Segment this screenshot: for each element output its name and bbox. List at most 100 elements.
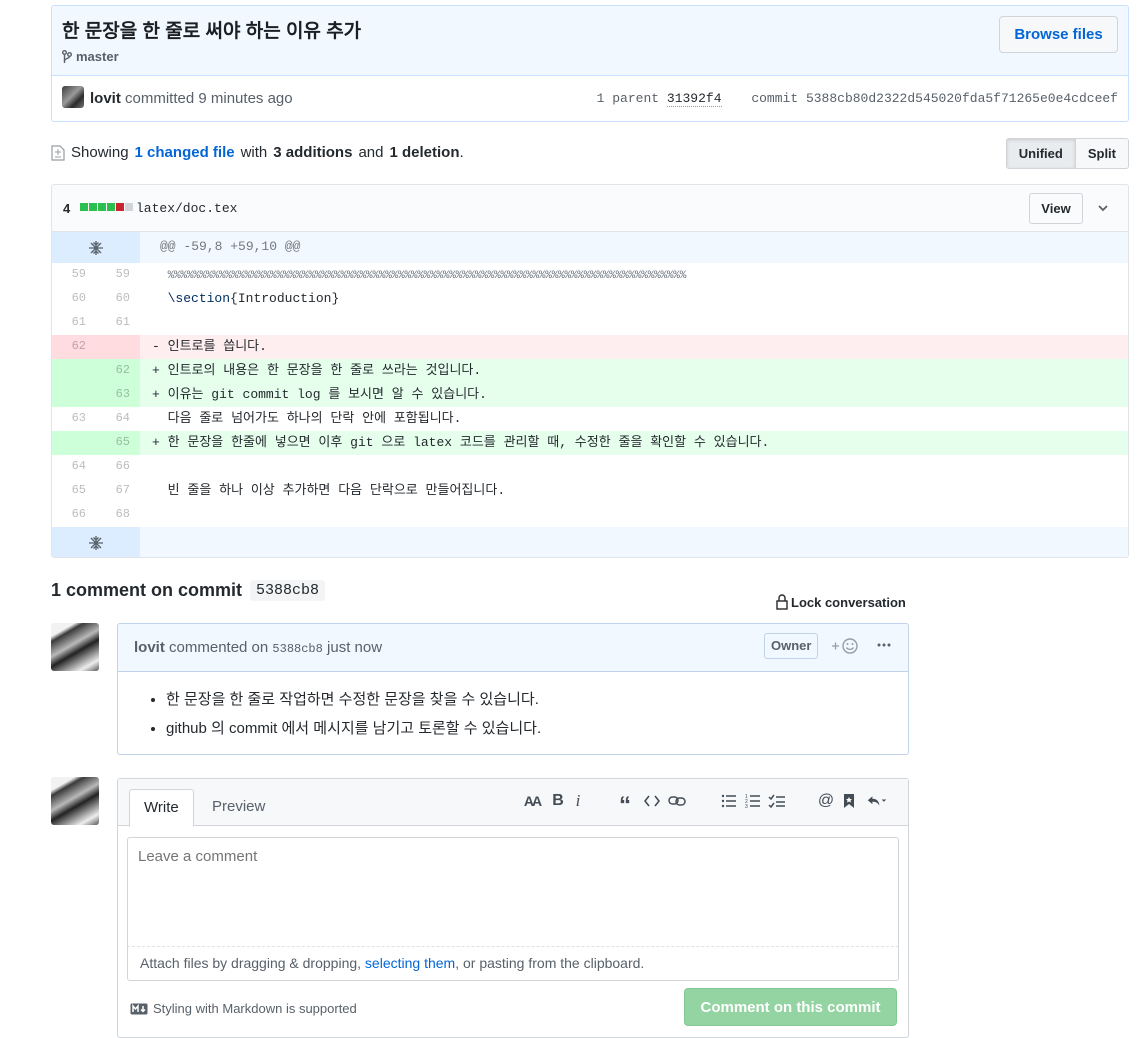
new-line-number[interactable]: 66 [96,455,140,479]
chevron-down-icon[interactable] [1096,201,1110,215]
old-line-number[interactable]: 62 [52,335,96,359]
old-line-number[interactable] [52,431,96,455]
numbered-list-icon[interactable]: 123 [743,791,763,811]
comment-bullet: 한 문장을 한 줄로 작업하면 수정한 문장을 찾을 수 있습니다. [166,688,892,709]
comment-author[interactable]: lovit [134,639,165,656]
tab-write[interactable]: Write [129,789,194,827]
diff-lines: 59 59 %%%%%%%%%%%%%%%%%%%%%%%%%%%%%%%%%%%… [52,263,1128,527]
commit-title-bar: 한 문장을 한 줄로 써야 하는 이유 추가 master Browse fil… [52,6,1128,76]
period: . [459,144,464,161]
split-button[interactable]: Split [1075,139,1128,168]
italic-icon[interactable]: i [568,791,588,811]
branch-label[interactable]: master [62,49,119,64]
diff-marker: + [152,387,160,402]
add-reaction-icon[interactable] [831,636,861,659]
diffstat-block [98,203,106,211]
new-line-number[interactable]: 64 [96,407,140,431]
quote-icon[interactable]: “ [615,791,635,818]
bold-icon[interactable]: B [548,791,568,811]
diff-line-addition: 65 + 한 문장을 한줄에 넣으면 이후 git 으로 latex 코드를 관리… [52,431,1128,455]
diff-marker [152,267,160,282]
svg-text:3: 3 [745,804,748,809]
reply-icon[interactable] [867,791,887,811]
markdown-note[interactable]: Styling with Markdown is supported [130,1001,357,1016]
author-link[interactable]: lovit [90,90,121,107]
diffstat [80,203,133,211]
diff-marker: - [152,339,160,354]
current-user-avatar[interactable] [51,777,99,825]
commit-header: 한 문장을 한 줄로 써야 하는 이유 추가 master Browse fil… [51,5,1129,122]
select-files-link[interactable]: selecting them [365,955,455,971]
old-line-number[interactable] [52,383,96,407]
file-path: latex/doc.tex [136,201,238,216]
comment-sha[interactable]: 5388cb8 [272,642,322,656]
old-line-number[interactable]: 64 [52,455,96,479]
comments-heading-text: 1 comment on commit [51,580,243,600]
old-line-number[interactable]: 63 [52,407,96,431]
new-line-number[interactable]: 68 [96,503,140,527]
comment-submit-button[interactable]: Comment on this commit [684,988,897,1026]
new-line-number[interactable]: 59 [96,263,140,287]
diff-line-addition: 63 + 이유는 git commit log 를 보시면 알 수 있습니다. [52,383,1128,407]
diff-marker [152,507,160,522]
new-line-number[interactable] [96,335,140,359]
text-size-icon[interactable]: AA [522,791,542,811]
branch-name: master [76,49,119,64]
diff-marker [152,483,160,498]
mention-icon[interactable]: @ [816,791,836,811]
comments-heading-sha[interactable]: 5388cb8 [250,580,326,601]
code-icon[interactable] [642,791,662,811]
diff-line-code: 인트로를 씁니다. [167,339,267,354]
expand-up-icon[interactable] [52,232,140,263]
diff-line-context: 63 64 다음 줄로 넘어가도 하나의 단락 안에 포함됩니다. [52,407,1128,431]
diffstat-block [89,203,97,211]
diff-line-context: 65 67 빈 줄을 하나 이상 추가하면 다음 단락으로 만들어집니다. [52,479,1128,503]
old-line-number[interactable]: 59 [52,263,96,287]
file-diff-icon [51,144,65,161]
author-avatar[interactable] [62,86,84,108]
comment-textarea[interactable] [127,837,899,947]
tab-preview[interactable]: Preview [198,789,279,827]
unified-button[interactable]: Unified [1006,139,1076,168]
diff-line-code: 한 문장을 한줄에 넣으면 이후 git 으로 latex 코드를 관리할 때,… [167,435,770,450]
diff-line-deletion: 62 - 인트로를 씁니다. [52,335,1128,359]
parent-sha-link[interactable]: 31392f4 [666,91,722,107]
markdown-note-text: Styling with Markdown is supported [153,1001,357,1016]
view-file-button[interactable]: View [1029,193,1083,224]
comment-time[interactable]: just now [327,639,382,656]
bullet-list-icon[interactable] [719,791,739,811]
more-options-icon[interactable] [876,637,892,658]
browse-files-button[interactable]: Browse files [999,16,1118,53]
diff-summary: Showing 1 changed file with 3 additions … [51,138,1129,172]
diff-marker: + [152,435,160,450]
commit-title: 한 문장을 한 줄로 써야 하는 이유 추가 [62,21,362,42]
new-line-number[interactable]: 61 [96,311,140,335]
task-list-icon[interactable] [767,791,787,811]
lock-conversation-button[interactable]: Lock conversation [776,594,906,610]
link-icon[interactable] [667,791,687,811]
new-line-number[interactable]: 63 [96,383,140,407]
commit-sha: 5388cb80d2322d545020fda5f71265e0e4cdceef [805,91,1118,106]
comment-header: lovit commented on 5388cb8 just now Owne… [118,624,908,672]
diffstat-block [125,203,133,211]
expand-down-icon[interactable] [52,527,140,557]
old-line-number[interactable]: 61 [52,311,96,335]
diff-marker [152,459,160,474]
old-line-number[interactable] [52,359,96,383]
new-line-number[interactable]: 67 [96,479,140,503]
lock-label: Lock conversation [791,594,906,610]
old-line-number[interactable]: 65 [52,479,96,503]
new-line-number[interactable]: 65 [96,431,140,455]
file-diff: 4 latex/doc.tex View @@ -59,8 +59,10 @@ … [51,184,1129,558]
diff-line-context: 60 60 \section{Introduction} [52,287,1128,311]
old-line-number[interactable]: 66 [52,503,96,527]
saved-reply-icon[interactable] [839,791,859,811]
changed-files-link[interactable]: 1 changed file [135,144,235,161]
new-comment-form: Write Preview AA B i “ 123 @ Attach file… [117,778,909,1038]
with-label: with [240,144,268,161]
commenter-avatar[interactable] [51,623,99,671]
new-line-number[interactable]: 60 [96,287,140,311]
new-line-number[interactable]: 62 [96,359,140,383]
attach-files-bar[interactable]: Attach files by dragging & dropping, sel… [127,947,899,981]
old-line-number[interactable]: 60 [52,287,96,311]
